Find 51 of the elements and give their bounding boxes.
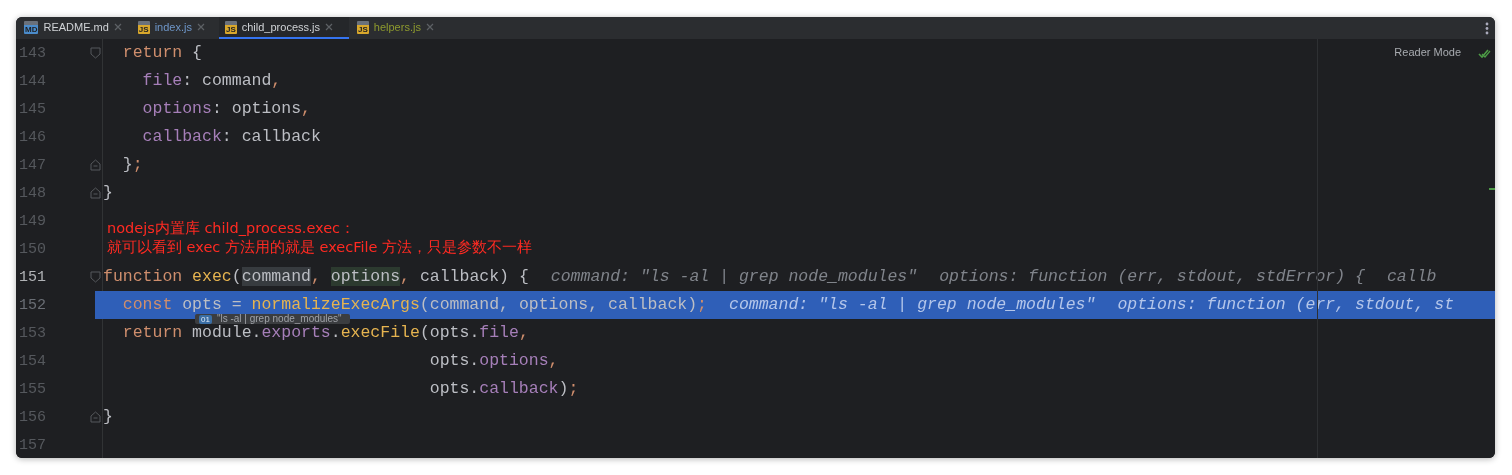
code-line: callback: callback (141, 128, 321, 146)
code-line: opts.options, (428, 352, 559, 370)
inlay-hint: command: "ls -al | grep node_modules" (550, 268, 918, 286)
line-number: 150 (19, 240, 46, 258)
inlay-hint: options: function (err, stdout, stdError) { (939, 268, 1365, 286)
code-line: return { (121, 44, 203, 62)
line-number: 146 (19, 128, 46, 146)
file-tab[interactable]: JS child_process.js (218, 17, 349, 39)
more-icon (1485, 21, 1489, 35)
file-tab[interactable]: JS helpers.js (355, 17, 442, 39)
line-number: 144 (19, 72, 46, 90)
annotation-text: nodejs内置库 child_process.exec： (107, 219, 356, 238)
code-line: function exec(command, options, callback) { (103, 268, 529, 286)
line-number: 145 (19, 100, 46, 118)
code-line: opts.callback); (428, 380, 579, 398)
code-line: const opts = normalizeExecArgs(command, options, callback); (121, 296, 707, 314)
code-line: } (103, 184, 113, 202)
line-number: 143 (19, 44, 46, 62)
code-line: file: command, (141, 72, 282, 90)
close-icon (196, 23, 205, 31)
code-line: } (103, 408, 113, 426)
inlay-hint: callb (1386, 268, 1437, 286)
file-icon: MD (24, 20, 39, 34)
line-number: 149 (19, 212, 46, 230)
file-tab[interactable]: MD README.md (22, 17, 130, 39)
line-number: 151 (19, 268, 46, 286)
line-number: 154 (19, 352, 46, 370)
file-icon: JS (224, 20, 237, 34)
code-line: return module.exports.execFile(opts.file, (121, 324, 529, 342)
line-number: 155 (19, 380, 46, 398)
code-line: }; (121, 156, 143, 174)
line-number: 148 (19, 184, 46, 202)
scroll-marker (1489, 188, 1495, 190)
inlay-hint: command: "ls -al | grep node_modules" (729, 296, 1096, 314)
file-tab[interactable]: JS index.js (135, 17, 213, 39)
annotation-text: 就可以看到 exec 方法用的就是 execFile 方法，只是参数不一样 (107, 238, 533, 257)
code-line: options: options, (141, 100, 311, 118)
close-icon (325, 23, 333, 31)
tooltip-badge: 01 (199, 314, 212, 324)
check-icon (1478, 48, 1491, 59)
close-icon (425, 23, 434, 31)
line-number: 157 (19, 436, 46, 454)
file-icon: JS (357, 20, 369, 34)
tooltip-text: "ls -al | grep node_modules" (216, 314, 342, 324)
reader-mode-link[interactable]: Reader Mode (1394, 46, 1461, 58)
line-number: 153 (19, 324, 46, 342)
line-number: 152 (19, 296, 46, 314)
file-icon: JS (137, 20, 150, 34)
close-icon (113, 23, 122, 31)
line-number: 147 (19, 156, 46, 174)
line-number: 156 (19, 408, 46, 426)
